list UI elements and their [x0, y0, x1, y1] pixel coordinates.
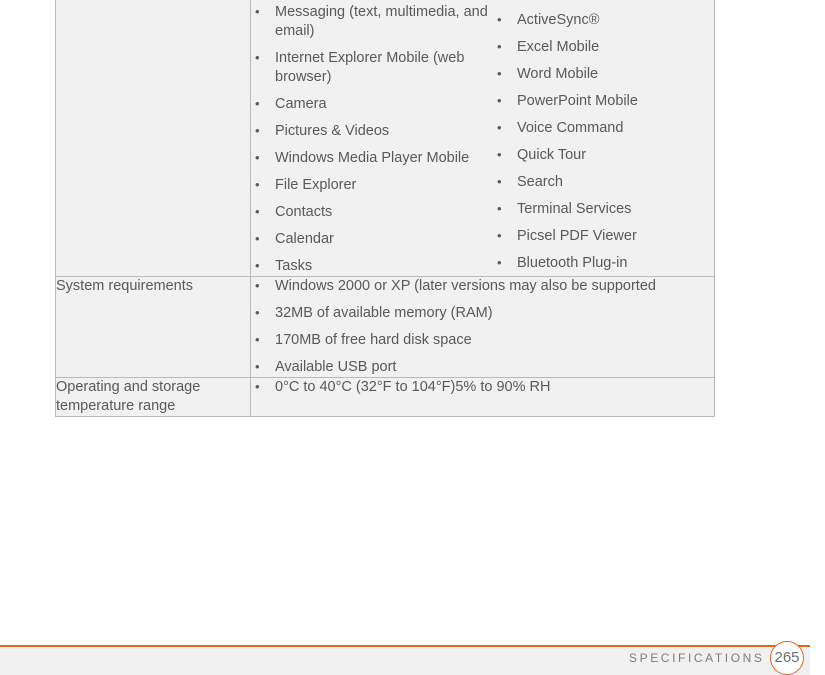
software-list-right: Notes Calculator ActiveSync® Excel Mobil… — [493, 0, 703, 273]
list-item: Windows 2000 or XP (later versions may a… — [251, 276, 714, 296]
list-item: Available USB port — [251, 357, 714, 377]
list-item: Messaging (text, multimedia, and email) — [251, 2, 493, 41]
bullet-column-left: Today/Phone (includes Speed Dial and Dia… — [251, 0, 493, 276]
table-row: Operating and storage temperature range … — [55, 377, 715, 417]
list-item: Calendar — [251, 229, 493, 249]
list-item: File Explorer — [251, 175, 493, 195]
temperature-range-list: 0°C to 40°C (32°F to 104°F)5% to 90% RH — [251, 377, 714, 397]
two-column-bullet-layout: Today/Phone (includes Speed Dial and Dia… — [251, 0, 714, 276]
system-requirements-list: Windows 2000 or XP (later versions may a… — [251, 276, 714, 377]
list-item: Voice Command — [493, 118, 703, 138]
list-item: Terminal Services — [493, 199, 703, 219]
list-item: 0°C to 40°C (32°F to 104°F)5% to 90% RH — [251, 377, 714, 397]
list-item: Excel Mobile — [493, 37, 703, 57]
list-item: 32MB of available memory (RAM) — [251, 303, 714, 323]
row-content-system-requirements: Windows 2000 or XP (later versions may a… — [250, 276, 715, 378]
list-item: Windows Media Player Mobile — [251, 148, 493, 168]
specifications-table: Included software Today/Phone (includes … — [55, 0, 715, 417]
list-item: Bluetooth Plug-in — [493, 253, 703, 273]
row-label-system-requirements: System requirements — [55, 276, 251, 378]
list-item: ActiveSync® — [493, 10, 703, 30]
footer-section-title: SPECIFICATIONS — [629, 651, 765, 665]
page-number: 265 — [774, 649, 800, 666]
list-item: Internet Explorer Mobile (web browser) — [251, 48, 493, 87]
list-item: Word Mobile — [493, 64, 703, 84]
list-item: Quick Tour — [493, 145, 703, 165]
row-label-included-software: Included software — [55, 0, 251, 277]
row-content-temperature-range: 0°C to 40°C (32°F to 104°F)5% to 90% RH — [250, 377, 715, 417]
row-content-included-software: Today/Phone (includes Speed Dial and Dia… — [250, 0, 715, 277]
software-list-left: Today/Phone (includes Speed Dial and Dia… — [251, 0, 493, 276]
list-item: 170MB of free hard disk space — [251, 330, 714, 350]
list-item: Tasks — [251, 256, 493, 276]
list-item: Contacts — [251, 202, 493, 222]
list-item: Pictures & Videos — [251, 121, 493, 141]
list-item: Search — [493, 172, 703, 192]
bullet-column-right: Notes Calculator ActiveSync® Excel Mobil… — [493, 0, 703, 273]
list-item: Calculator — [493, 0, 703, 3]
list-item: Picsel PDF Viewer — [493, 226, 703, 246]
row-label-temperature-range: Operating and storage temperature range — [55, 377, 251, 417]
list-item: PowerPoint Mobile — [493, 91, 703, 111]
table-row: Included software Today/Phone (includes … — [55, 0, 715, 277]
list-item: Camera — [251, 94, 493, 114]
table-row: System requirements Windows 2000 or XP (… — [55, 276, 715, 378]
